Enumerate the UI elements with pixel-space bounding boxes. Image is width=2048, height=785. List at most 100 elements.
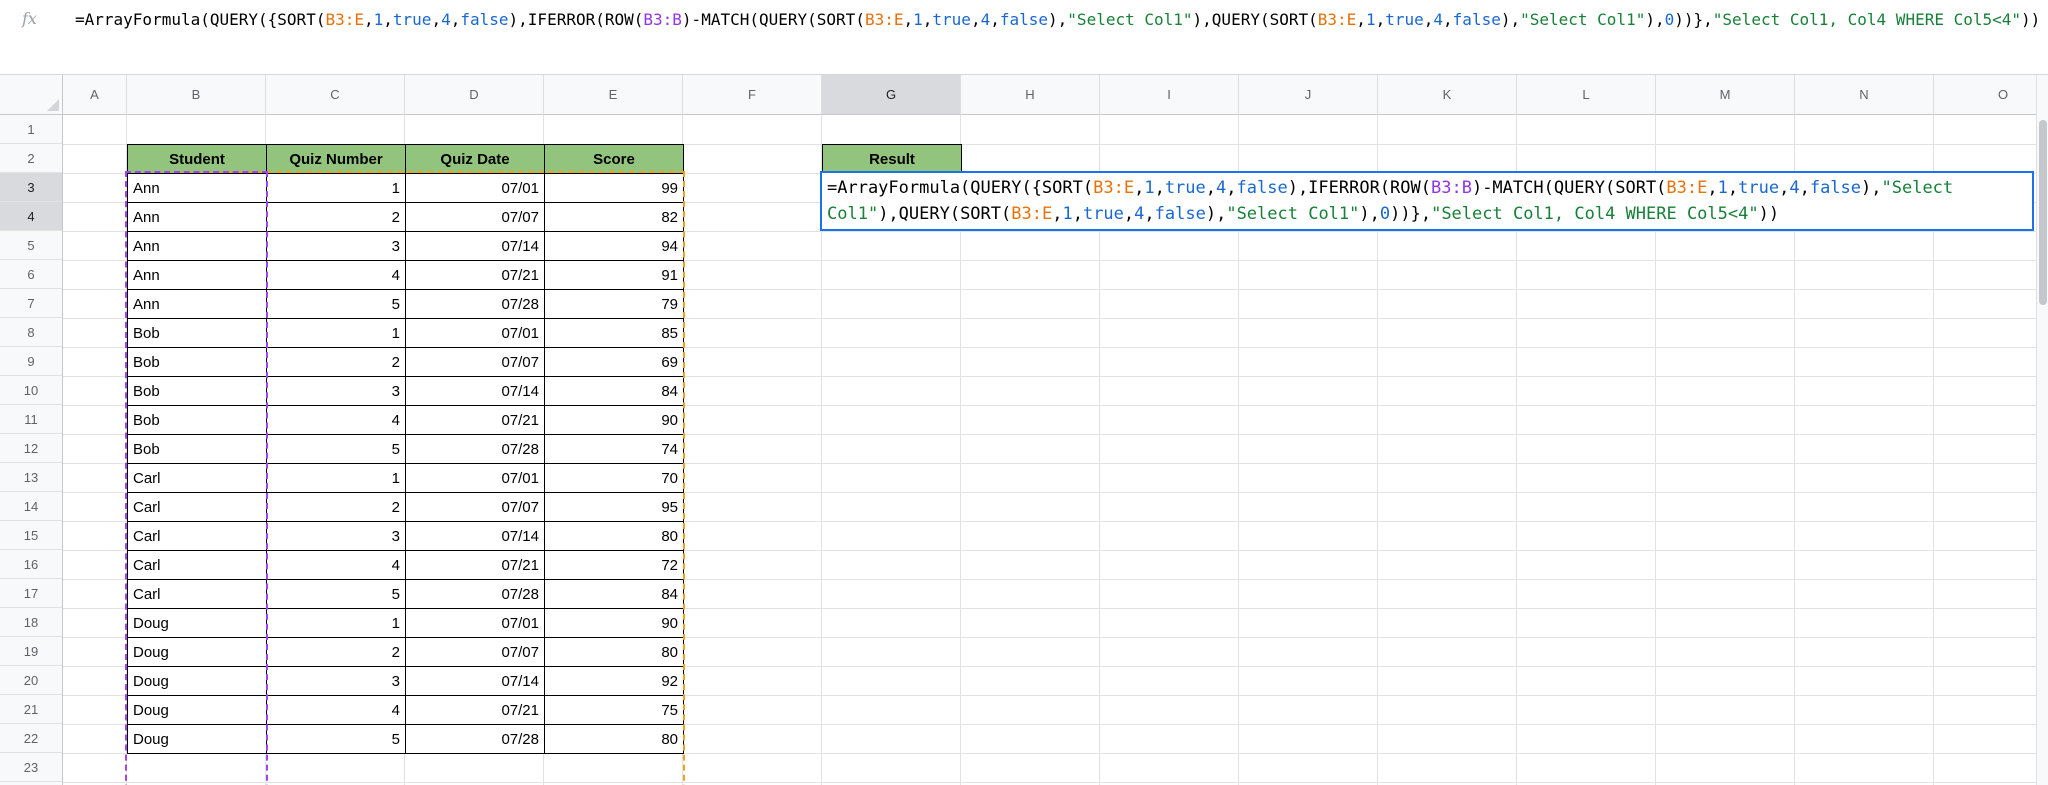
table-header-cell[interactable]: Student bbox=[127, 144, 267, 174]
table-cell[interactable]: 07/07 bbox=[405, 202, 545, 232]
table-cell[interactable]: Bob bbox=[127, 376, 267, 406]
table-cell[interactable]: Doug bbox=[127, 637, 267, 667]
row-header-1[interactable]: 1 bbox=[0, 115, 62, 144]
table-cell[interactable]: 80 bbox=[544, 637, 684, 667]
row-header-22[interactable]: 22 bbox=[0, 724, 62, 753]
column-header-C[interactable]: C bbox=[266, 75, 405, 115]
row-header-4[interactable]: 4 bbox=[0, 202, 62, 231]
vertical-scrollbar-thumb[interactable] bbox=[2039, 120, 2047, 305]
table-cell[interactable]: 4 bbox=[266, 550, 406, 580]
column-header-O[interactable]: O bbox=[1934, 75, 2048, 115]
result-header-cell[interactable]: Result bbox=[822, 144, 962, 174]
table-cell[interactable]: 07/01 bbox=[405, 608, 545, 638]
table-cell[interactable]: 84 bbox=[544, 376, 684, 406]
row-header-8[interactable]: 8 bbox=[0, 318, 62, 347]
table-cell[interactable]: 4 bbox=[266, 695, 406, 725]
table-cell[interactable]: 07/21 bbox=[405, 405, 545, 435]
table-cell[interactable]: 07/21 bbox=[405, 550, 545, 580]
vertical-scrollbar[interactable] bbox=[2036, 75, 2048, 785]
table-header-cell[interactable]: Quiz Number bbox=[266, 144, 406, 174]
table-cell[interactable]: 07/21 bbox=[405, 260, 545, 290]
row-header-23[interactable]: 23 bbox=[0, 753, 62, 782]
table-cell[interactable]: Doug bbox=[127, 608, 267, 638]
table-cell[interactable]: 07/21 bbox=[405, 695, 545, 725]
table-cell[interactable]: 07/14 bbox=[405, 521, 545, 551]
row-header-16[interactable]: 16 bbox=[0, 550, 62, 579]
table-cell[interactable]: 3 bbox=[266, 376, 406, 406]
table-cell[interactable]: 70 bbox=[544, 463, 684, 493]
column-header-B[interactable]: B bbox=[127, 75, 266, 115]
row-header-3[interactable]: 3 bbox=[0, 173, 62, 202]
table-cell[interactable]: Bob bbox=[127, 405, 267, 435]
table-cell[interactable]: 1 bbox=[266, 318, 406, 348]
table-cell[interactable]: 3 bbox=[266, 231, 406, 261]
table-cell[interactable]: Bob bbox=[127, 434, 267, 464]
table-cell[interactable]: 07/07 bbox=[405, 492, 545, 522]
table-cell[interactable]: 3 bbox=[266, 521, 406, 551]
table-cell[interactable]: 3 bbox=[266, 666, 406, 696]
column-header-J[interactable]: J bbox=[1239, 75, 1378, 115]
table-cell[interactable]: Ann bbox=[127, 260, 267, 290]
table-cell[interactable]: Ann bbox=[127, 289, 267, 319]
table-cell[interactable]: 82 bbox=[544, 202, 684, 232]
table-cell[interactable]: 90 bbox=[544, 405, 684, 435]
column-header-D[interactable]: D bbox=[405, 75, 544, 115]
row-header-19[interactable]: 19 bbox=[0, 637, 62, 666]
table-cell[interactable]: 91 bbox=[544, 260, 684, 290]
row-header-2[interactable]: 2 bbox=[0, 144, 62, 173]
column-header-F[interactable]: F bbox=[683, 75, 822, 115]
row-header-6[interactable]: 6 bbox=[0, 260, 62, 289]
column-header-H[interactable]: H bbox=[961, 75, 1100, 115]
table-cell[interactable]: 80 bbox=[544, 521, 684, 551]
table-cell[interactable]: Doug bbox=[127, 666, 267, 696]
table-cell[interactable]: 2 bbox=[266, 202, 406, 232]
table-cell[interactable]: 2 bbox=[266, 347, 406, 377]
table-cell[interactable]: 07/28 bbox=[405, 289, 545, 319]
table-cell[interactable]: 2 bbox=[266, 492, 406, 522]
row-header-12[interactable]: 12 bbox=[0, 434, 62, 463]
table-cell[interactable]: 92 bbox=[544, 666, 684, 696]
table-cell[interactable]: 4 bbox=[266, 260, 406, 290]
table-header-cell[interactable]: Score bbox=[544, 144, 684, 174]
row-header-18[interactable]: 18 bbox=[0, 608, 62, 637]
row-header-20[interactable]: 20 bbox=[0, 666, 62, 695]
column-header-K[interactable]: K bbox=[1378, 75, 1517, 115]
row-header-17[interactable]: 17 bbox=[0, 579, 62, 608]
table-cell[interactable]: 07/14 bbox=[405, 666, 545, 696]
table-cell[interactable]: 79 bbox=[544, 289, 684, 319]
table-cell[interactable]: 07/14 bbox=[405, 376, 545, 406]
row-header-10[interactable]: 10 bbox=[0, 376, 62, 405]
table-cell[interactable]: 1 bbox=[266, 463, 406, 493]
table-cell[interactable]: 2 bbox=[266, 637, 406, 667]
table-cell[interactable]: Ann bbox=[127, 231, 267, 261]
formula-bar-input[interactable]: =ArrayFormula(QUERY({SORT(B3:E,1,true,4,… bbox=[75, 8, 2040, 32]
table-cell[interactable]: 94 bbox=[544, 231, 684, 261]
table-cell[interactable]: Carl bbox=[127, 463, 267, 493]
table-cell[interactable]: Doug bbox=[127, 695, 267, 725]
select-all-corner[interactable] bbox=[0, 75, 63, 115]
row-header-11[interactable]: 11 bbox=[0, 405, 62, 434]
table-cell[interactable]: Doug bbox=[127, 724, 267, 754]
table-cell[interactable]: 4 bbox=[266, 405, 406, 435]
row-header-14[interactable]: 14 bbox=[0, 492, 62, 521]
table-cell[interactable]: 5 bbox=[266, 724, 406, 754]
table-cell[interactable]: Carl bbox=[127, 550, 267, 580]
table-cell[interactable]: 07/28 bbox=[405, 579, 545, 609]
table-cell[interactable]: 80 bbox=[544, 724, 684, 754]
table-cell[interactable]: 99 bbox=[544, 173, 684, 203]
table-cell[interactable]: Bob bbox=[127, 347, 267, 377]
table-cell[interactable]: Ann bbox=[127, 173, 267, 203]
cells-area[interactable]: Student Quiz Number Quiz Date Score Ann 1 07/0… bbox=[63, 115, 2048, 785]
table-cell[interactable]: 5 bbox=[266, 289, 406, 319]
table-cell[interactable]: 07/01 bbox=[405, 173, 545, 203]
column-header-N[interactable]: N bbox=[1795, 75, 1934, 115]
table-cell[interactable]: Bob bbox=[127, 318, 267, 348]
row-header-5[interactable]: 5 bbox=[0, 231, 62, 260]
table-cell[interactable]: Carl bbox=[127, 492, 267, 522]
table-cell[interactable]: 07/14 bbox=[405, 231, 545, 261]
table-cell[interactable]: Ann bbox=[127, 202, 267, 232]
table-cell[interactable]: Carl bbox=[127, 521, 267, 551]
table-cell[interactable]: 95 bbox=[544, 492, 684, 522]
table-cell[interactable]: 07/28 bbox=[405, 434, 545, 464]
table-cell[interactable]: 07/01 bbox=[405, 318, 545, 348]
